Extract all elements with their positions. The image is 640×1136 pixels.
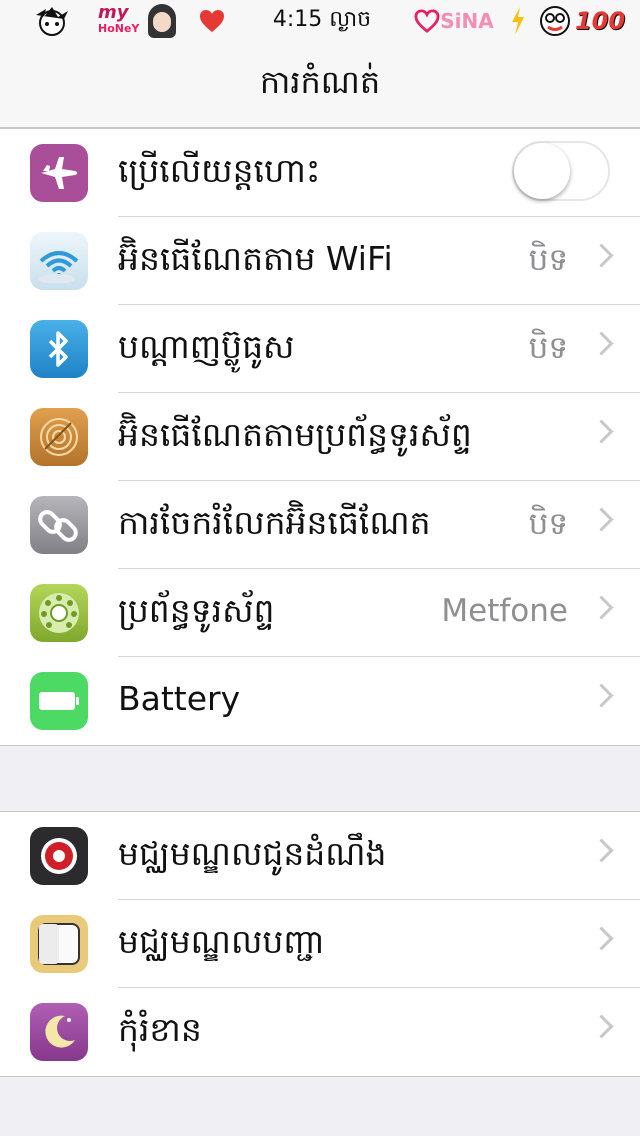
airplane-mode-toggle[interactable]: [512, 141, 610, 201]
personal-hotspot-status-value: បិទ: [528, 506, 568, 542]
control-center-label: មជ្ឈមណ្ឌលបញ្ជា: [118, 922, 325, 961]
row-bluetooth[interactable]: បណ្តាញប៊្លូធូស បិទ: [0, 305, 640, 393]
heart-icon: [196, 4, 228, 38]
settings-group-connectivity: ប្រើលើយន្តហោះ អ៊ិនធើណែតតាម WiFi បិទ បណ្ត: [0, 128, 640, 746]
battery-label: Battery: [118, 679, 241, 718]
bluetooth-icon: [30, 320, 88, 378]
row-control-center[interactable]: មជ្ឈមណ្ឌលបញ្ជា: [0, 900, 640, 988]
sticker-sina-text: SiNA: [440, 9, 494, 33]
chevron-right-icon: [589, 595, 614, 620]
rotary-phone-icon: [30, 584, 88, 642]
row-notification-center[interactable]: មជ្ឈមណ្ឌលជូនដំណឹង: [0, 812, 640, 900]
row-battery[interactable]: Battery: [0, 657, 640, 745]
carrier-name-value: Metfone: [441, 593, 568, 629]
carrier-logo-icon: [30, 4, 74, 38]
chevron-right-icon: [589, 507, 614, 532]
bluetooth-label: បណ្តាញប៊្លូធូស: [118, 327, 295, 366]
battery-mascot-icon: 100: [528, 4, 632, 38]
chevron-right-icon: [589, 683, 614, 708]
do-not-disturb-label: កុំរំខាន: [118, 1010, 202, 1049]
row-wifi[interactable]: អ៊ិនធើណែតតាម WiFi បិទ: [0, 217, 640, 305]
carrier-label: ប្រព័ន្ធទូរស័ព្ទ: [118, 591, 275, 630]
toggle-knob: [514, 143, 570, 199]
lightning-icon: [508, 4, 528, 38]
nav-bar: ការកំណត់: [0, 40, 640, 128]
wifi-status-value: បិទ: [528, 242, 568, 278]
control-center-icon: [30, 915, 88, 973]
personal-hotspot-label: ការចែករំលែកអ៊ិនធើណែត: [118, 503, 431, 542]
battery-icon: [30, 672, 88, 730]
pink-heart-icon: [414, 9, 440, 33]
status-bar: my HoNeY 4:15 ល្ងាច SiNA 100: [0, 0, 640, 40]
chevron-right-icon: [589, 331, 614, 356]
chevron-right-icon: [589, 243, 614, 268]
row-carrier[interactable]: ប្រព័ន្ធទូរស័ព្ទ Metfone: [0, 569, 640, 657]
sticker-honey-text: HoNeY: [98, 22, 140, 35]
airplane-icon: [30, 144, 88, 202]
wifi-label: អ៊ិនធើណែតតាម WiFi: [118, 239, 393, 278]
moon-icon: [30, 1003, 88, 1061]
notification-center-label: មជ្ឈមណ្ឌលជូនដំណឹង: [118, 834, 387, 873]
girl-face-icon: [148, 4, 176, 38]
cellular-icon: [30, 408, 88, 466]
chevron-right-icon: [589, 838, 614, 863]
row-airplane-mode: ប្រើលើយន្តហោះ: [0, 129, 640, 217]
page-title: ការកំណត់: [259, 63, 381, 101]
notification-icon: [30, 827, 88, 885]
sticker-my-text: my: [98, 2, 129, 23]
link-icon: [30, 496, 88, 554]
row-cellular-data[interactable]: អ៊ិនធើណែតតាមប្រព័ន្ធទូរស័ព្ទ: [0, 393, 640, 481]
row-personal-hotspot[interactable]: ការចែករំលែកអ៊ិនធើណែត បិទ: [0, 481, 640, 569]
wifi-icon: [30, 232, 88, 290]
cellular-data-label: អ៊ិនធើណែតតាមប្រព័ន្ធទូរស័ព្ទ: [118, 415, 472, 454]
airplane-mode-label: ប្រើលើយន្តហោះ: [118, 151, 321, 190]
chevron-right-icon: [589, 1014, 614, 1039]
chevron-right-icon: [589, 926, 614, 951]
my-honey-sticker: my HoNeY: [96, 2, 178, 38]
row-do-not-disturb[interactable]: កុំរំខាន: [0, 988, 640, 1076]
chevron-right-icon: [589, 419, 614, 444]
settings-group-system: មជ្ឈមណ្ឌលជូនដំណឹង មជ្ឈមណ្ឌលបញ្ជា កុំរំខា…: [0, 811, 640, 1077]
clock-time: 4:15 ល្ងាច: [272, 7, 372, 32]
battery-level-text: 100: [574, 7, 626, 35]
bluetooth-status-value: បិទ: [528, 330, 568, 366]
sina-sticker: SiNA: [410, 4, 498, 38]
